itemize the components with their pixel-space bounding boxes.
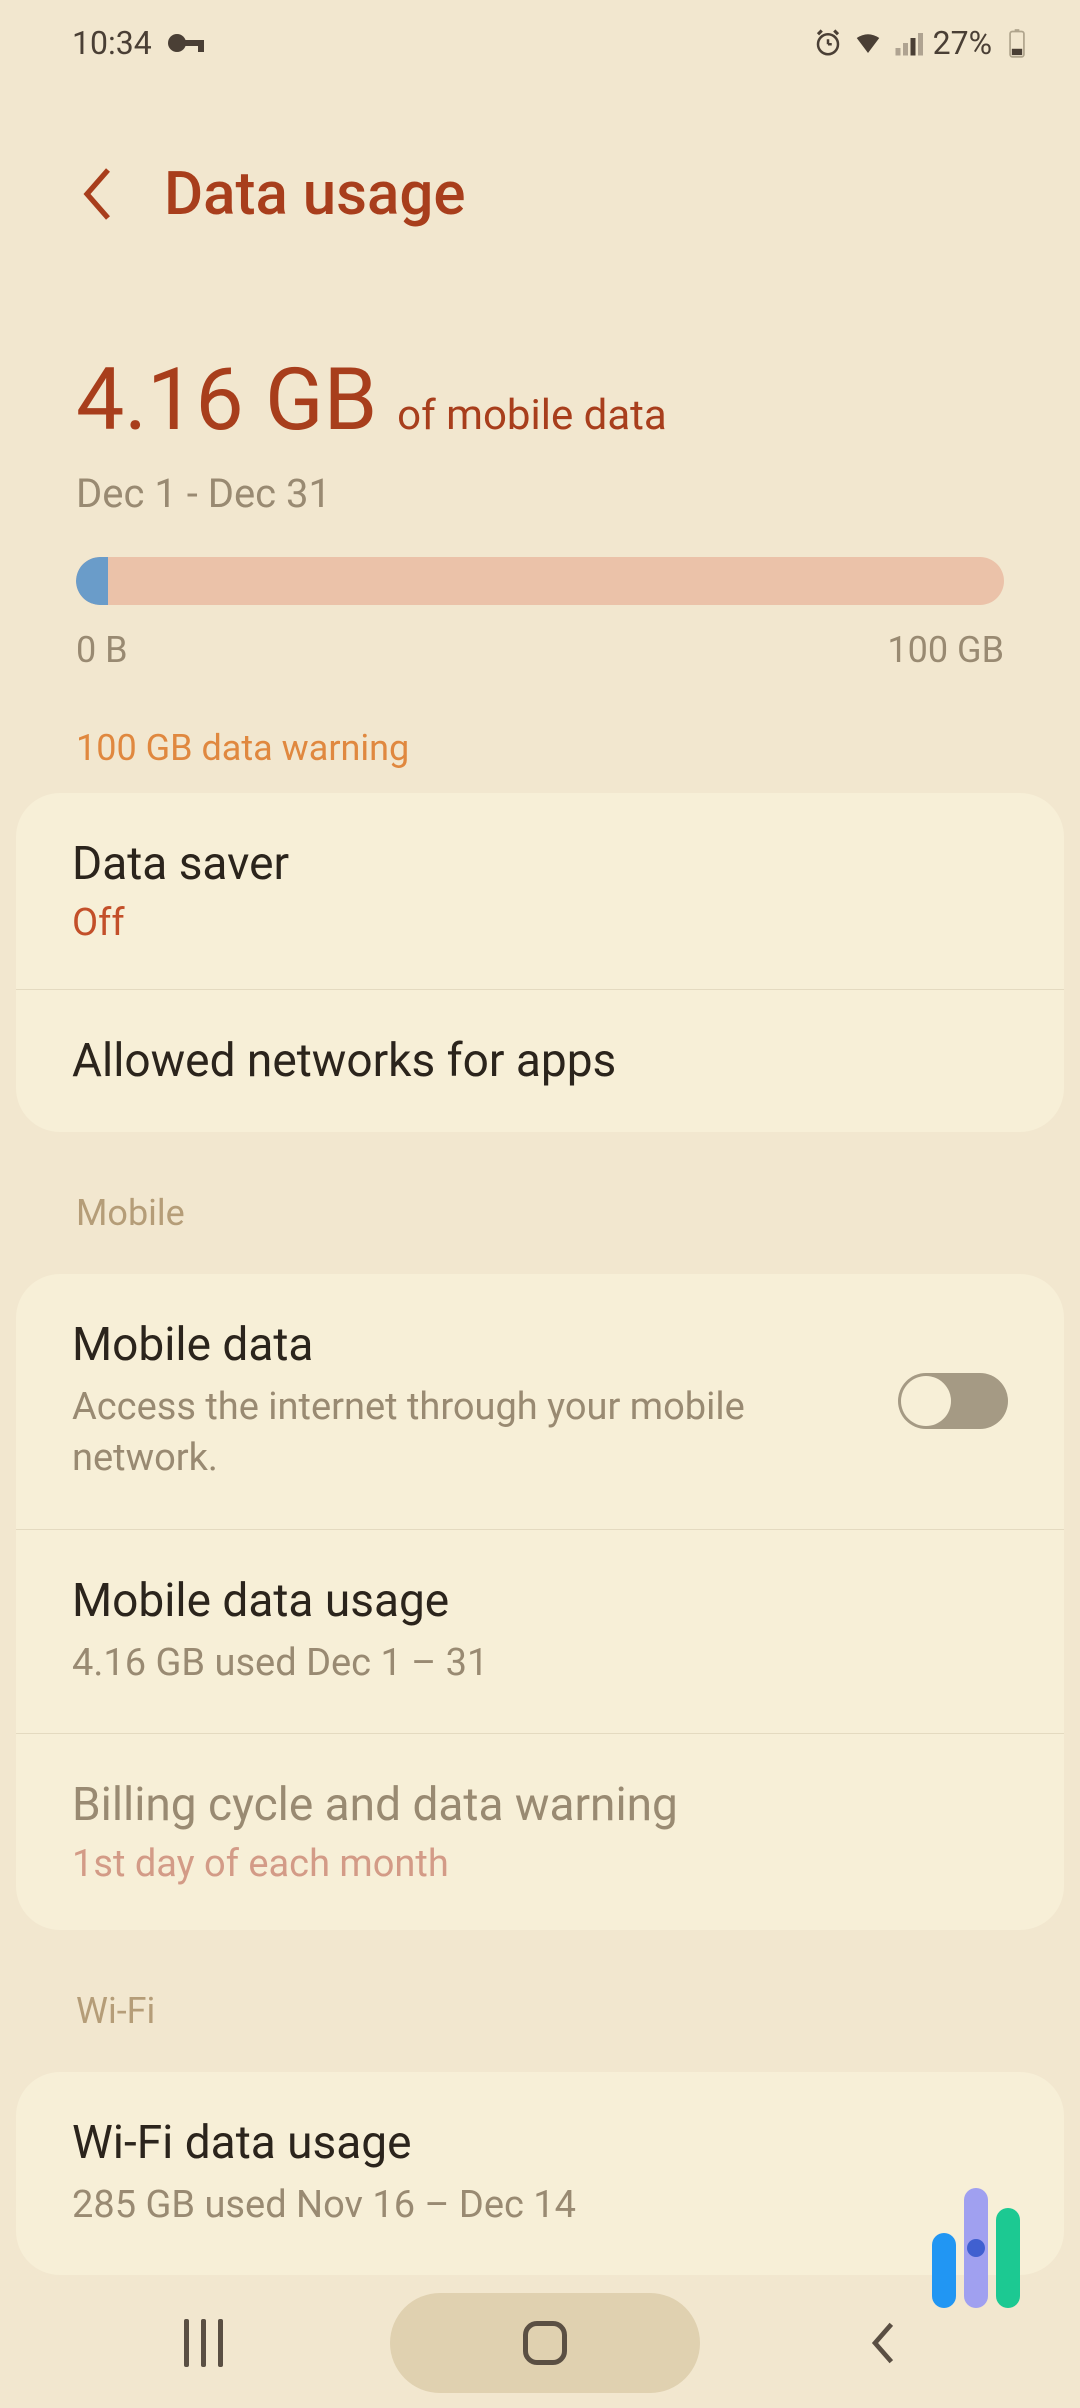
mobile-data-usage-item[interactable]: Mobile data usage 4.16 GB used Dec 1 – 3… (16, 1530, 1064, 1734)
usage-amount-label: of mobile data (397, 391, 667, 440)
wifi-section-header: Wi-Fi (0, 1954, 1080, 2048)
back-icon[interactable] (76, 164, 116, 224)
navigation-bar (0, 2278, 1080, 2408)
status-right: 27% (813, 24, 1032, 62)
mobile-usage-subtitle: 4.16 GB used Dec 1 – 31 (72, 1638, 1008, 1689)
nav-back-button[interactable] (868, 2319, 896, 2367)
mobile-card: Mobile data Access the internet through … (16, 1274, 1064, 1930)
allowed-networks-title: Allowed networks for apps (72, 1034, 1008, 1088)
data-saver-item[interactable]: Data saver Off (16, 793, 1064, 990)
usage-date-range: Dec 1 - Dec 31 (76, 470, 1004, 517)
mobile-usage-title: Mobile data usage (72, 1574, 1008, 1628)
status-time: 10:34 (72, 24, 152, 62)
mobile-data-toggle[interactable] (898, 1373, 1008, 1429)
billing-cycle-title: Billing cycle and data warning (72, 1778, 1008, 1832)
nav-home-button[interactable] (390, 2293, 700, 2393)
status-bar: 10:34 27% (0, 0, 1080, 78)
billing-cycle-item[interactable]: Billing cycle and data warning 1st day o… (16, 1734, 1064, 1930)
alarm-icon (813, 28, 843, 58)
mobile-data-item[interactable]: Mobile data Access the internet through … (16, 1274, 1064, 1530)
data-saver-value: Off (72, 901, 1008, 945)
data-progress-bar[interactable] (76, 557, 1004, 605)
mobile-data-title: Mobile data (72, 1318, 858, 1372)
allowed-networks-item[interactable]: Allowed networks for apps (16, 990, 1064, 1132)
page-header: Data usage (0, 78, 1080, 289)
battery-icon (1002, 28, 1032, 58)
progress-section: 0 B 100 GB 100 GB data warning (0, 557, 1080, 769)
mobile-section-header: Mobile (0, 1156, 1080, 1250)
wifi-usage-title: Wi-Fi data usage (72, 2116, 1008, 2170)
cell-signal-icon (893, 28, 923, 58)
general-card: Data saver Off Allowed networks for apps (16, 793, 1064, 1132)
home-icon (523, 2321, 567, 2365)
usage-summary: 4.16 GB of mobile data Dec 1 - Dec 31 (0, 289, 1080, 557)
wifi-icon (853, 28, 883, 58)
wifi-card: Wi-Fi data usage 285 GB used Nov 16 – De… (16, 2072, 1064, 2275)
battery-percent: 27% (933, 24, 992, 62)
wifi-data-usage-item[interactable]: Wi-Fi data usage 285 GB used Nov 16 – De… (16, 2072, 1064, 2275)
billing-cycle-subtitle: 1st day of each month (72, 1842, 1008, 1886)
progress-min-label: 0 B (76, 629, 128, 671)
data-saver-title: Data saver (72, 837, 1008, 891)
mobile-data-subtitle: Access the internet through your mobile … (72, 1382, 858, 1485)
page-title: Data usage (164, 158, 466, 229)
wifi-usage-subtitle: 285 GB used Nov 16 – Dec 14 (72, 2180, 1008, 2231)
vpn-key-icon (168, 32, 204, 54)
toggle-knob (901, 1376, 951, 1426)
nav-recents-button[interactable] (184, 2319, 223, 2367)
progress-fill (76, 557, 108, 605)
progress-max-label: 100 GB (887, 629, 1004, 671)
status-left: 10:34 (72, 24, 204, 62)
data-warning-text: 100 GB data warning (76, 727, 1004, 769)
usage-amount-value: 4.16 GB (76, 349, 377, 450)
